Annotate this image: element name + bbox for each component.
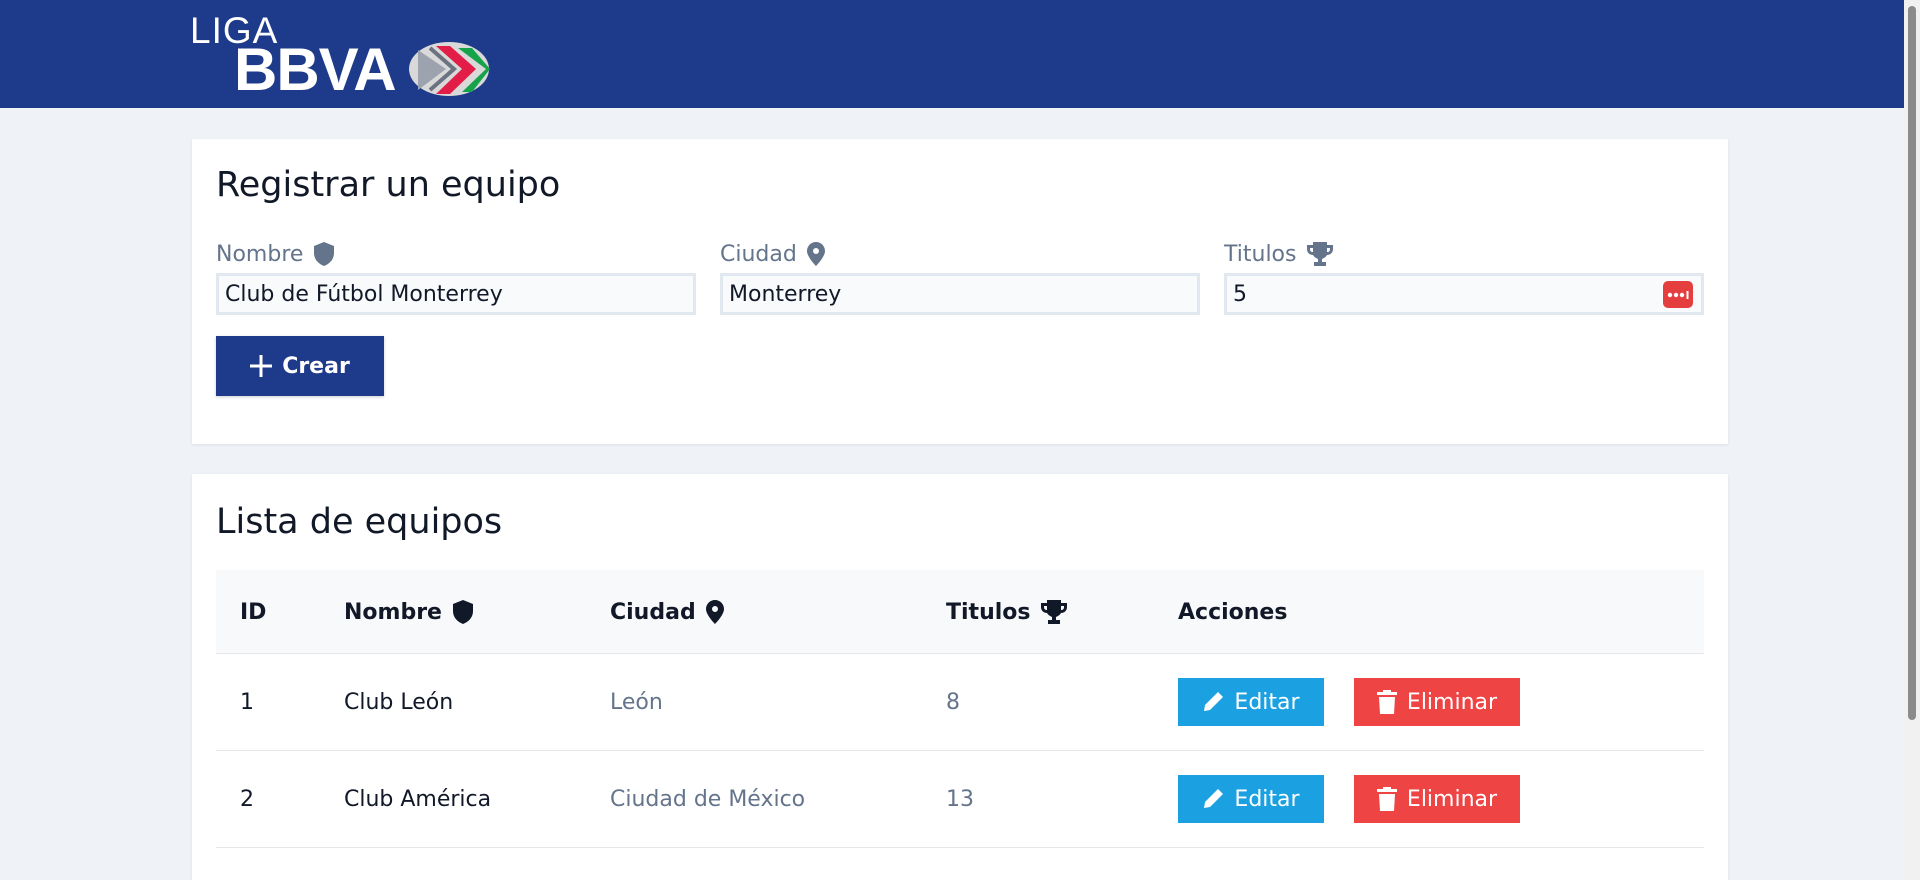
titles-label-text: Titulos [1224, 241, 1297, 267]
titles-field-label: Titulos [1224, 239, 1704, 269]
name-field: Nombre Club de Fútbol Monterrey [216, 239, 696, 315]
pencil-icon [1204, 692, 1224, 711]
create-button[interactable]: Crear [216, 336, 384, 396]
column-header-city: Ciudad [610, 570, 724, 654]
city-field: Ciudad Monterrey [720, 239, 1200, 315]
table-row: 1 Club León León 8 Editar Eliminar [216, 654, 1704, 751]
column-header-actions: Acciones [1178, 570, 1287, 654]
trophy-icon [1307, 242, 1334, 266]
trash-icon [1376, 690, 1397, 714]
cell-id: 1 [240, 690, 254, 715]
column-header-id-label: ID [240, 599, 267, 625]
name-label-text: Nombre [216, 241, 304, 267]
shield-icon [452, 600, 473, 624]
edit-button-label: Editar [1234, 689, 1300, 715]
column-header-city-label: Ciudad [610, 599, 696, 625]
city-field-label: Ciudad [720, 239, 1200, 269]
trophy-icon [1041, 600, 1068, 624]
teams-table: ID Nombre Ciudad Titulos Acciones 1 Club… [216, 570, 1704, 848]
name-input[interactable]: Club de Fútbol Monterrey [216, 273, 696, 315]
cell-id: 2 [240, 787, 254, 812]
edit-button[interactable]: Editar [1178, 678, 1324, 726]
create-button-label: Crear [282, 353, 350, 379]
table-header: ID Nombre Ciudad Titulos Acciones [216, 570, 1704, 654]
shield-icon [314, 242, 335, 266]
register-team-card: Registrar un equipo Nombre Club de Fútbo… [192, 139, 1728, 444]
name-field-label: Nombre [216, 239, 696, 269]
edit-button-label: Editar [1234, 786, 1300, 812]
logo-text-bbva: BBVA [234, 36, 397, 103]
titles-input-value: 5 [1233, 281, 1247, 307]
titles-input[interactable]: 5 [1224, 273, 1704, 315]
liga-bbva-logo[interactable]: LIGA BBVA [190, 10, 500, 100]
register-team-title: Registrar un equipo [216, 165, 561, 205]
trash-icon [1376, 787, 1397, 811]
scrollbar-thumb[interactable] [1908, 6, 1916, 720]
team-list-title: Lista de equipos [216, 502, 503, 542]
column-header-titles-label: Titulos [946, 599, 1031, 625]
page-scrollbar[interactable] [1904, 0, 1920, 880]
location-pin-icon [806, 242, 825, 266]
cell-name: Club León [344, 690, 454, 715]
delete-button-label: Eliminar [1406, 689, 1498, 715]
team-list-card: Lista de equipos ID Nombre Ciudad Titulo… [192, 474, 1728, 880]
cell-titles: 13 [946, 787, 974, 812]
league-ball-icon [409, 42, 490, 96]
city-label-text: Ciudad [720, 241, 797, 267]
cell-city: Ciudad de México [610, 787, 806, 812]
delete-button[interactable]: Eliminar [1354, 678, 1520, 726]
city-input[interactable]: Monterrey [720, 273, 1200, 315]
edit-button[interactable]: Editar [1178, 775, 1324, 823]
location-pin-icon [705, 600, 724, 624]
pencil-icon [1204, 789, 1224, 808]
cell-titles: 8 [946, 690, 960, 715]
column-header-name: Nombre [344, 570, 474, 654]
column-header-id: ID [240, 570, 266, 654]
column-header-name-label: Nombre [344, 599, 442, 625]
top-navbar: LIGA BBVA [0, 0, 1904, 108]
cell-city: León [610, 690, 663, 715]
titles-field: Titulos 5 [1224, 239, 1704, 315]
plus-icon [250, 355, 273, 377]
delete-button-label: Eliminar [1406, 786, 1498, 812]
password-manager-icon[interactable] [1663, 281, 1693, 308]
table-row: 2 Club América Ciudad de México 13 Edita… [216, 751, 1704, 848]
column-header-actions-label: Acciones [1178, 599, 1288, 625]
column-header-titles: Titulos [946, 570, 1068, 654]
cell-name: Club América [344, 787, 492, 812]
delete-button[interactable]: Eliminar [1354, 775, 1520, 823]
